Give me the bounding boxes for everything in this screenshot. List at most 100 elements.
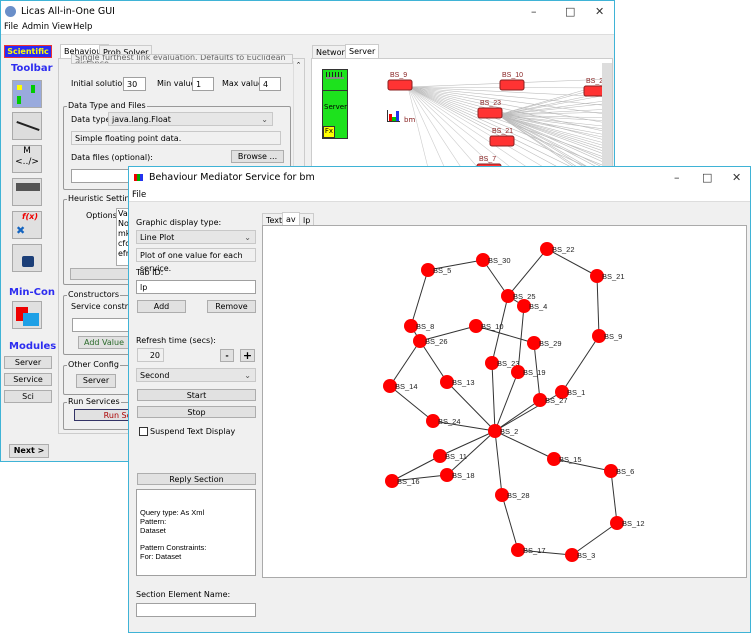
line-tool-icon[interactable] bbox=[12, 112, 42, 140]
maximize-button[interactable]: □ bbox=[565, 5, 575, 18]
add-value-button[interactable]: Add Value bbox=[78, 336, 130, 349]
close-button[interactable]: ✕ bbox=[732, 171, 741, 184]
xml-mediator-icon[interactable]: M <../> bbox=[12, 145, 42, 173]
server-label: Server bbox=[324, 103, 347, 111]
display-type-label: Graphic display type: bbox=[136, 218, 222, 227]
suspend-label: Suspend Text Display bbox=[150, 427, 236, 436]
app-globe-icon bbox=[5, 6, 16, 17]
minimize-button[interactable]: – bbox=[531, 5, 537, 18]
reply-text-area[interactable]: Query type: As Xml Pattern: Dataset Pattern… bbox=[136, 489, 256, 576]
graph-node-label: BS_30 bbox=[488, 256, 511, 265]
group-label: Data Type and Files bbox=[67, 101, 147, 110]
graph-node-label: BS_15 bbox=[559, 455, 582, 464]
graph-node-label: BS_13 bbox=[452, 378, 475, 387]
title-bar: Licas All-in-One GUI – □ ✕ bbox=[1, 1, 614, 23]
menu-file[interactable]: File bbox=[132, 190, 146, 200]
graph-node-label: BS_29 bbox=[539, 339, 562, 348]
window-title: Licas All-in-One GUI bbox=[21, 6, 115, 17]
tab-id-input[interactable]: lp bbox=[136, 280, 256, 294]
mincon-window-icon[interactable] bbox=[12, 301, 42, 329]
graph-node-label: BS_24 bbox=[438, 417, 461, 426]
tab-av[interactable]: av bbox=[282, 212, 300, 226]
graph-node-label: BS_11 bbox=[445, 452, 467, 461]
server-edge bbox=[407, 86, 468, 177]
menu-file[interactable]: File bbox=[4, 22, 18, 32]
data-type-select[interactable]: java.lang.Float ⌄ bbox=[108, 112, 273, 126]
time-unit-value: Second bbox=[140, 371, 170, 380]
time-unit-select[interactable]: Second ⌄ bbox=[136, 368, 256, 382]
section-name-input[interactable] bbox=[136, 603, 256, 617]
initial-solutions-input[interactable]: 30 bbox=[123, 77, 146, 91]
service-node[interactable] bbox=[387, 79, 413, 91]
menu-bar: File bbox=[129, 188, 750, 202]
scientific-button[interactable]: Scientific bbox=[4, 45, 52, 58]
module-server-button[interactable]: Server bbox=[4, 356, 52, 369]
server-edge bbox=[407, 86, 612, 134]
bar-chart-icon[interactable] bbox=[387, 110, 400, 122]
data-files-label: Data files (optional): bbox=[71, 153, 153, 162]
options-label: Options: bbox=[86, 211, 120, 220]
mediator-window: Behaviour Mediator Service for bm – □ ✕ … bbox=[128, 166, 751, 633]
toolbar-heading: Toolbar bbox=[11, 63, 53, 74]
mincon-heading: Min-Con bbox=[9, 287, 55, 298]
graph-node-label: BS_27 bbox=[545, 396, 568, 405]
maximize-button[interactable]: □ bbox=[702, 171, 712, 184]
server-config-button[interactable]: Server bbox=[76, 374, 116, 388]
decrement-button[interactable]: - bbox=[220, 349, 234, 362]
remove-button[interactable]: Remove bbox=[207, 300, 256, 313]
increment-button[interactable]: + bbox=[240, 349, 255, 362]
service-graph: BS_22BS_30BS_5BS_21BS_25BS_4BS_8 BS_10BS_… bbox=[383, 242, 645, 562]
service-node-label: BS_7 bbox=[479, 156, 496, 163]
service-node[interactable] bbox=[489, 135, 515, 147]
list-cursor-icon[interactable] bbox=[12, 178, 42, 206]
graph-node-label: BS_14 bbox=[395, 382, 418, 391]
menu-view[interactable]: View bbox=[52, 22, 72, 32]
add-button[interactable]: Add bbox=[137, 300, 186, 313]
menu-admin[interactable]: Admin bbox=[22, 22, 49, 32]
graph-node-label: BS_4 bbox=[529, 302, 547, 311]
graph-node-label: BS_10 bbox=[481, 322, 504, 331]
menu-bar: File Admin View Help bbox=[1, 22, 614, 35]
max-value-input[interactable]: 4 bbox=[259, 77, 281, 91]
group-label: Constructors bbox=[67, 290, 121, 299]
data-description: Simple floating point data. bbox=[71, 131, 281, 145]
suspend-checkbox[interactable] bbox=[139, 427, 148, 436]
next-button[interactable]: Next > bbox=[9, 444, 49, 458]
group-label: Other Config bbox=[67, 360, 120, 369]
grid-tool-icon[interactable] bbox=[12, 80, 42, 108]
stop-button[interactable]: Stop bbox=[137, 406, 256, 418]
minimize-button[interactable]: – bbox=[674, 171, 680, 184]
bm-label: bm bbox=[404, 116, 416, 124]
function-tools-icon[interactable]: f(x) ✖ bbox=[12, 211, 42, 239]
graph-edge bbox=[501, 494, 519, 551]
group-label: Run Services bbox=[67, 397, 121, 406]
start-button[interactable]: Start bbox=[137, 389, 256, 401]
graph-node-label: BS_28 bbox=[507, 491, 530, 500]
tab-server[interactable]: Server bbox=[345, 44, 380, 58]
module-sci-button[interactable]: Sci bbox=[4, 390, 52, 403]
service-node[interactable] bbox=[499, 79, 525, 91]
bar-chart-icon bbox=[134, 174, 143, 181]
modules-heading: Modules bbox=[9, 341, 57, 352]
data-type-value: java.lang.Float bbox=[112, 115, 171, 124]
min-value-input[interactable]: 1 bbox=[192, 77, 214, 91]
lock-icon[interactable] bbox=[12, 244, 42, 272]
graph-edge bbox=[494, 371, 519, 432]
graph-node-label: BS_12 bbox=[622, 519, 645, 528]
server-box[interactable]: Server Fx bbox=[322, 69, 348, 139]
graph-node-label: BS_2 bbox=[500, 427, 518, 436]
service-node-label: BS_10 bbox=[502, 72, 523, 79]
scrollbar[interactable] bbox=[602, 63, 612, 177]
refresh-input[interactable]: 20 bbox=[137, 348, 164, 362]
service-node[interactable] bbox=[477, 107, 503, 119]
reply-section-button[interactable]: Reply Section bbox=[137, 473, 256, 485]
menu-help[interactable]: Help bbox=[73, 22, 92, 32]
service-node-label: BS_2 bbox=[586, 78, 603, 85]
tab-id-label: Tab ID: bbox=[136, 268, 164, 277]
module-service-button[interactable]: Service bbox=[4, 373, 52, 386]
close-button[interactable]: ✕ bbox=[595, 5, 604, 18]
browse-button[interactable]: Browse ... bbox=[231, 150, 284, 163]
service-node-label: BS_21 bbox=[492, 128, 513, 135]
display-type-select[interactable]: Line Plot ⌄ bbox=[136, 230, 256, 244]
graph-edge bbox=[561, 335, 600, 393]
